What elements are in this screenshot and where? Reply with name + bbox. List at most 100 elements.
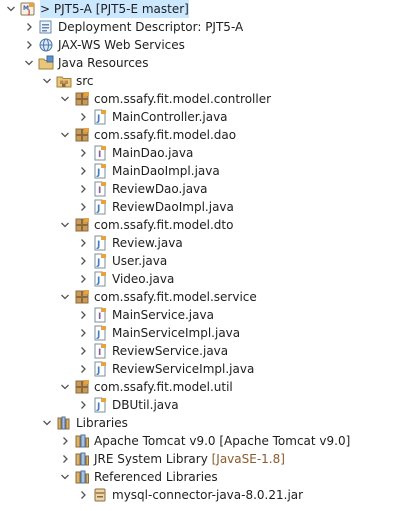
java-interface-icon: I — [92, 343, 108, 359]
tree-item-libraries[interactable]: Libraries — [0, 414, 408, 432]
chevron-right-icon[interactable] — [78, 270, 88, 288]
java-class-icon: J — [92, 253, 108, 269]
tree-item-pkg-dao[interactable]: com.ssafy.fit.model.dao — [0, 126, 408, 144]
tree-item-lib-tomcat[interactable]: Apache Tomcat v9.0 [Apache Tomcat v9.0] — [0, 432, 408, 450]
tree-item-file-reviewdao[interactable]: I ReviewDao.java — [0, 180, 408, 198]
tree-item-lib-jre[interactable]: JRE System Library [JavaSE-1.8] — [0, 450, 408, 468]
chevron-right-icon[interactable] — [60, 450, 70, 468]
chevron-down-icon[interactable] — [24, 54, 34, 72]
chevron-right-icon[interactable] — [78, 108, 88, 126]
java-interface-icon: I — [92, 145, 108, 161]
tree-item-label: com.ssafy.fit.model.util — [94, 380, 233, 394]
tree-item-label: MainService.java — [112, 308, 214, 322]
chevron-right-icon[interactable] — [78, 360, 88, 378]
package-icon — [74, 289, 90, 305]
chevron-down-icon[interactable] — [60, 216, 70, 234]
package-icon — [74, 91, 90, 107]
chevron-down-icon[interactable] — [42, 414, 52, 432]
tree-item-label: Referenced Libraries — [94, 470, 218, 484]
tree-item-jar-mysql[interactable]: mysql-connector-java-8.0.21.jar — [0, 486, 408, 504]
java-class-icon: J — [92, 325, 108, 341]
tree-item-label: MainDao.java — [112, 146, 194, 160]
tree-item-deployment-descriptor[interactable]: Deployment Descriptor: PJT5-A — [0, 18, 408, 36]
tree-item-label: src — [76, 74, 94, 88]
libraries-icon — [56, 415, 72, 431]
svg-text:J: J — [96, 330, 100, 340]
tree-item-label: Review.java — [112, 236, 183, 250]
java-interface-icon: I — [92, 307, 108, 323]
chevron-down-icon[interactable] — [42, 72, 52, 90]
tree-item-decoration: [JavaSE-1.8] — [207, 452, 285, 466]
chevron-right-icon[interactable] — [60, 432, 70, 450]
package-icon — [74, 217, 90, 233]
chevron-right-icon[interactable] — [78, 486, 88, 504]
source-folder-icon — [56, 73, 72, 89]
tree-item-label: com.ssafy.fit.model.dto — [94, 218, 234, 232]
tree-item-java-resources[interactable]: Java Resources — [0, 54, 408, 72]
tree-item-file-reviewservice[interactable]: I ReviewService.java — [0, 342, 408, 360]
chevron-down-icon[interactable] — [60, 468, 70, 486]
chevron-right-icon[interactable] — [78, 180, 88, 198]
tree-item-label: MainServiceImpl.java — [112, 326, 241, 340]
chevron-right-icon[interactable] — [78, 144, 88, 162]
chevron-right-icon[interactable] — [78, 324, 88, 342]
tree-item-label: ReviewService.java — [112, 344, 229, 358]
chevron-right-icon[interactable] — [78, 252, 88, 270]
tree-item-label: DBUtil.java — [112, 398, 179, 412]
tree-item-pkg-controller[interactable]: com.ssafy.fit.model.controller — [0, 90, 408, 108]
chevron-down-icon[interactable] — [60, 288, 70, 306]
chevron-down-icon[interactable] — [60, 126, 70, 144]
chevron-right-icon[interactable] — [78, 396, 88, 414]
chevron-right-icon[interactable] — [78, 342, 88, 360]
tree-item-label: JRE System Library [JavaSE-1.8] — [94, 452, 285, 466]
chevron-down-icon[interactable] — [6, 0, 16, 18]
package-icon — [74, 379, 90, 395]
chevron-right-icon[interactable] — [78, 234, 88, 252]
tree-item-file-maincontroller[interactable]: J MainController.java — [0, 108, 408, 126]
chevron-right-icon[interactable] — [78, 162, 88, 180]
tree-item-file-mainservice[interactable]: I MainService.java — [0, 306, 408, 324]
java-resources-icon — [38, 55, 54, 71]
tree-item-label: Deployment Descriptor: PJT5-A — [58, 20, 244, 34]
library-icon — [74, 451, 90, 467]
tree-item-file-reviewdaoimpl[interactable]: J ReviewDaoImpl.java — [0, 198, 408, 216]
chevron-right-icon[interactable] — [78, 198, 88, 216]
chevron-down-icon[interactable] — [60, 90, 70, 108]
chevron-down-icon[interactable] — [60, 378, 70, 396]
tree-item-pkg-service[interactable]: com.ssafy.fit.model.service — [0, 288, 408, 306]
tree-item-file-reviewserviceimpl[interactable]: J ReviewServiceImpl.java — [0, 360, 408, 378]
tree-item-file-video[interactable]: J Video.java — [0, 270, 408, 288]
tree-item-src[interactable]: src — [0, 72, 408, 90]
package-icon — [74, 127, 90, 143]
tree-item-pkg-util[interactable]: com.ssafy.fit.model.util — [0, 378, 408, 396]
tree-item-label: Java Resources — [58, 56, 149, 70]
tree-item-file-review[interactable]: J Review.java — [0, 234, 408, 252]
tree-item-pkg-dto[interactable]: com.ssafy.fit.model.dto — [0, 216, 408, 234]
java-class-icon: J — [92, 235, 108, 251]
tree-item-label: MainController.java — [112, 110, 228, 124]
tree-item-file-mainserviceimpl[interactable]: J MainServiceImpl.java — [0, 324, 408, 342]
tree-item-file-user[interactable]: J User.java — [0, 252, 408, 270]
tree-item-label: > PJT5-A [PJT5-E master] — [40, 0, 189, 18]
library-icon — [74, 469, 90, 485]
svg-text:I: I — [98, 312, 101, 322]
chevron-right-icon[interactable] — [24, 36, 34, 54]
tree-item-jax-ws[interactable]: JAX-WS Web Services — [0, 36, 408, 54]
chevron-right-icon[interactable] — [78, 306, 88, 324]
java-class-icon: J — [92, 199, 108, 215]
tree-item-label: com.ssafy.fit.model.controller — [94, 92, 272, 106]
tree-item-file-dbutil[interactable]: J DBUtil.java — [0, 396, 408, 414]
tree-item-lib-referenced[interactable]: Referenced Libraries — [0, 468, 408, 486]
svg-text:J: J — [27, 9, 30, 16]
tree-item-label: com.ssafy.fit.model.service — [94, 290, 257, 304]
tree-item-label: mysql-connector-java-8.0.21.jar — [112, 488, 304, 502]
tree-item-label: Video.java — [112, 272, 175, 286]
java-class-icon: J — [92, 109, 108, 125]
svg-text:J: J — [96, 204, 100, 214]
tree-item-label: Libraries — [76, 416, 128, 430]
tree-item-label: ReviewServiceImpl.java — [112, 362, 255, 376]
tree-item-file-maindaoimpl[interactable]: J MainDaoImpl.java — [0, 162, 408, 180]
tree-item-project[interactable]: M J > PJT5-A [PJT5-E master] — [0, 0, 408, 18]
tree-item-file-maindao[interactable]: I MainDao.java — [0, 144, 408, 162]
chevron-right-icon[interactable] — [24, 18, 34, 36]
